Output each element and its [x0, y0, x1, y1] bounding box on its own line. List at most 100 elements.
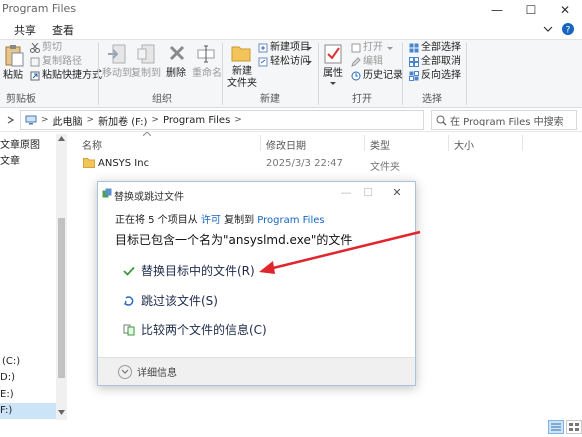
dialog-maximize-button[interactable]: ☐ — [361, 185, 375, 199]
nav-item-drive-c[interactable]: (C:) — [2, 356, 20, 367]
scroll-down-icon[interactable] — [58, 410, 65, 415]
open-label: 打开 — [363, 42, 383, 53]
copy-to-icon — [137, 44, 155, 64]
breadcrumb-separator: > — [41, 115, 49, 125]
source-folder-link[interactable]: 许可 — [201, 215, 221, 226]
search-box[interactable] — [431, 110, 577, 130]
rename-icon — [197, 45, 215, 63]
subtitle-middle: 复制到 — [220, 215, 258, 226]
maximize-button[interactable]: ☐ — [514, 0, 548, 19]
compare-files-option[interactable]: 比较两个文件的信息(C) — [122, 321, 267, 338]
more-details-label: 详细信息 — [137, 368, 177, 379]
nav-item-drive-f[interactable]: F:) — [0, 405, 12, 416]
destination-folder-link[interactable]: Program Files — [257, 215, 324, 226]
chevron-down-icon — [387, 47, 393, 50]
new-folder-icon — [231, 46, 251, 62]
more-details-toggle[interactable]: 详细信息 — [118, 364, 177, 379]
column-header-name[interactable]: 名称 — [82, 137, 102, 152]
organize-group-label: 组织 — [152, 94, 172, 105]
paste-icon — [5, 45, 24, 67]
nav-item-articles[interactable]: 文章 — [0, 152, 20, 167]
breadcrumb-separator: > — [151, 115, 159, 125]
easy-access-icon — [258, 57, 268, 67]
delete-label: 删除 — [166, 68, 186, 79]
dialog-close-button[interactable]: ✕ — [390, 185, 404, 199]
help-button[interactable]: ? — [560, 21, 576, 37]
nav-item-drive-e[interactable]: E:) — [0, 389, 14, 400]
group-divider — [222, 43, 223, 105]
svg-text:?: ? — [566, 26, 571, 36]
breadcrumb-separator: > — [86, 115, 95, 125]
recent-locations-icon[interactable] — [7, 115, 15, 125]
group-divider — [98, 43, 99, 105]
address-bar-row: > 此电脑 > 新加卷 (F:) > Program Files > — [0, 108, 582, 132]
nav-scroll-thumb[interactable] — [58, 218, 65, 378]
title-bar: Program Files — ☐ ✕ — [0, 0, 582, 19]
select-group-label: 选择 — [422, 94, 442, 105]
properties-label: 属性 — [323, 68, 343, 79]
paste-shortcut-icon — [30, 71, 40, 81]
column-header-modified[interactable]: 修改日期 — [266, 137, 306, 152]
column-divider — [260, 135, 261, 151]
chevron-down-icon — [121, 369, 129, 374]
maximize-icon: ☐ — [363, 185, 373, 199]
copy-path-icon — [30, 57, 40, 67]
minimize-button[interactable]: — — [480, 0, 514, 19]
breadcrumb-drive-f[interactable]: 新加卷 (F:) — [98, 113, 147, 128]
edit-icon — [351, 57, 361, 67]
copy-path-label: 复制路径 — [42, 56, 82, 67]
file-type: 文件夹 — [370, 162, 400, 173]
select-none-label: 全部取消 — [421, 56, 461, 67]
details-view-button[interactable] — [548, 420, 564, 434]
file-name: ANSYS Inc — [98, 158, 150, 169]
address-bar[interactable]: > 此电脑 > 新加卷 (F:) > Program Files > — [20, 110, 424, 130]
invert-selection-label: 反向选择 — [421, 70, 461, 81]
group-divider — [466, 43, 467, 105]
search-input[interactable] — [450, 114, 570, 126]
new-folder-label-2: 文件夹 — [227, 78, 257, 89]
close-button[interactable]: ✕ — [548, 0, 582, 19]
replace-or-skip-dialog: 替换或跳过文件 — ☐ ✕ 正在将 5 个项目从 许可 复制到 Program … — [97, 181, 416, 386]
clipboard-group-label: 剪贴板 — [6, 94, 36, 105]
nav-item-article-images[interactable]: 文章原图 — [0, 136, 40, 151]
annotation-arrow-icon — [259, 230, 421, 274]
open-group-label: 打开 — [352, 94, 372, 105]
computer-icon — [25, 115, 37, 125]
select-none-icon — [409, 57, 419, 67]
replace-file-option[interactable]: 替换目标中的文件(R) — [122, 262, 255, 279]
copy-files-icon — [102, 188, 112, 198]
compare-files-label: 比较两个文件的信息(C) — [141, 323, 267, 337]
ribbon-tabs: 共享 查看 ? — [0, 19, 582, 39]
nav-item-drive-d[interactable]: D:) — [0, 372, 15, 383]
new-item-icon — [258, 43, 268, 53]
delete-icon — [169, 45, 185, 61]
dialog-subtitle: 正在将 5 个项目从 许可 复制到 Program Files — [115, 211, 325, 226]
breadcrumb-program-files[interactable]: Program Files — [163, 115, 230, 126]
column-divider — [448, 135, 449, 151]
group-divider — [402, 43, 403, 105]
column-header-type[interactable]: 类型 — [370, 137, 390, 152]
dialog-minimize-button[interactable]: — — [339, 185, 353, 199]
compare-files-icon — [123, 324, 135, 335]
scroll-up-icon[interactable] — [58, 136, 65, 141]
skip-file-option[interactable]: 跳过该文件(S) — [122, 292, 218, 309]
column-header-size[interactable]: 大小 — [454, 137, 474, 152]
dialog-footer: 详细信息 — [98, 357, 415, 385]
rename-label: 重命名 — [192, 68, 222, 79]
select-all-icon — [409, 43, 419, 53]
collapse-ribbon-button[interactable] — [540, 21, 556, 37]
minimize-icon: — — [491, 2, 503, 17]
chevron-down-icon — [543, 26, 553, 32]
large-icons-view-button[interactable] — [566, 420, 582, 434]
tab-view[interactable]: 查看 — [52, 22, 74, 38]
close-icon: ✕ — [559, 2, 571, 17]
maximize-icon: ☐ — [525, 2, 537, 17]
minimize-icon: — — [340, 185, 352, 199]
tab-share[interactable]: 共享 — [14, 22, 36, 38]
sort-up-icon — [143, 132, 151, 136]
copy-to-label: 复制到 — [131, 68, 161, 79]
breadcrumb-this-pc[interactable]: 此电脑 — [53, 113, 83, 128]
close-icon: ✕ — [392, 185, 402, 199]
help-icon: ? — [562, 23, 574, 36]
move-to-icon — [108, 44, 126, 64]
